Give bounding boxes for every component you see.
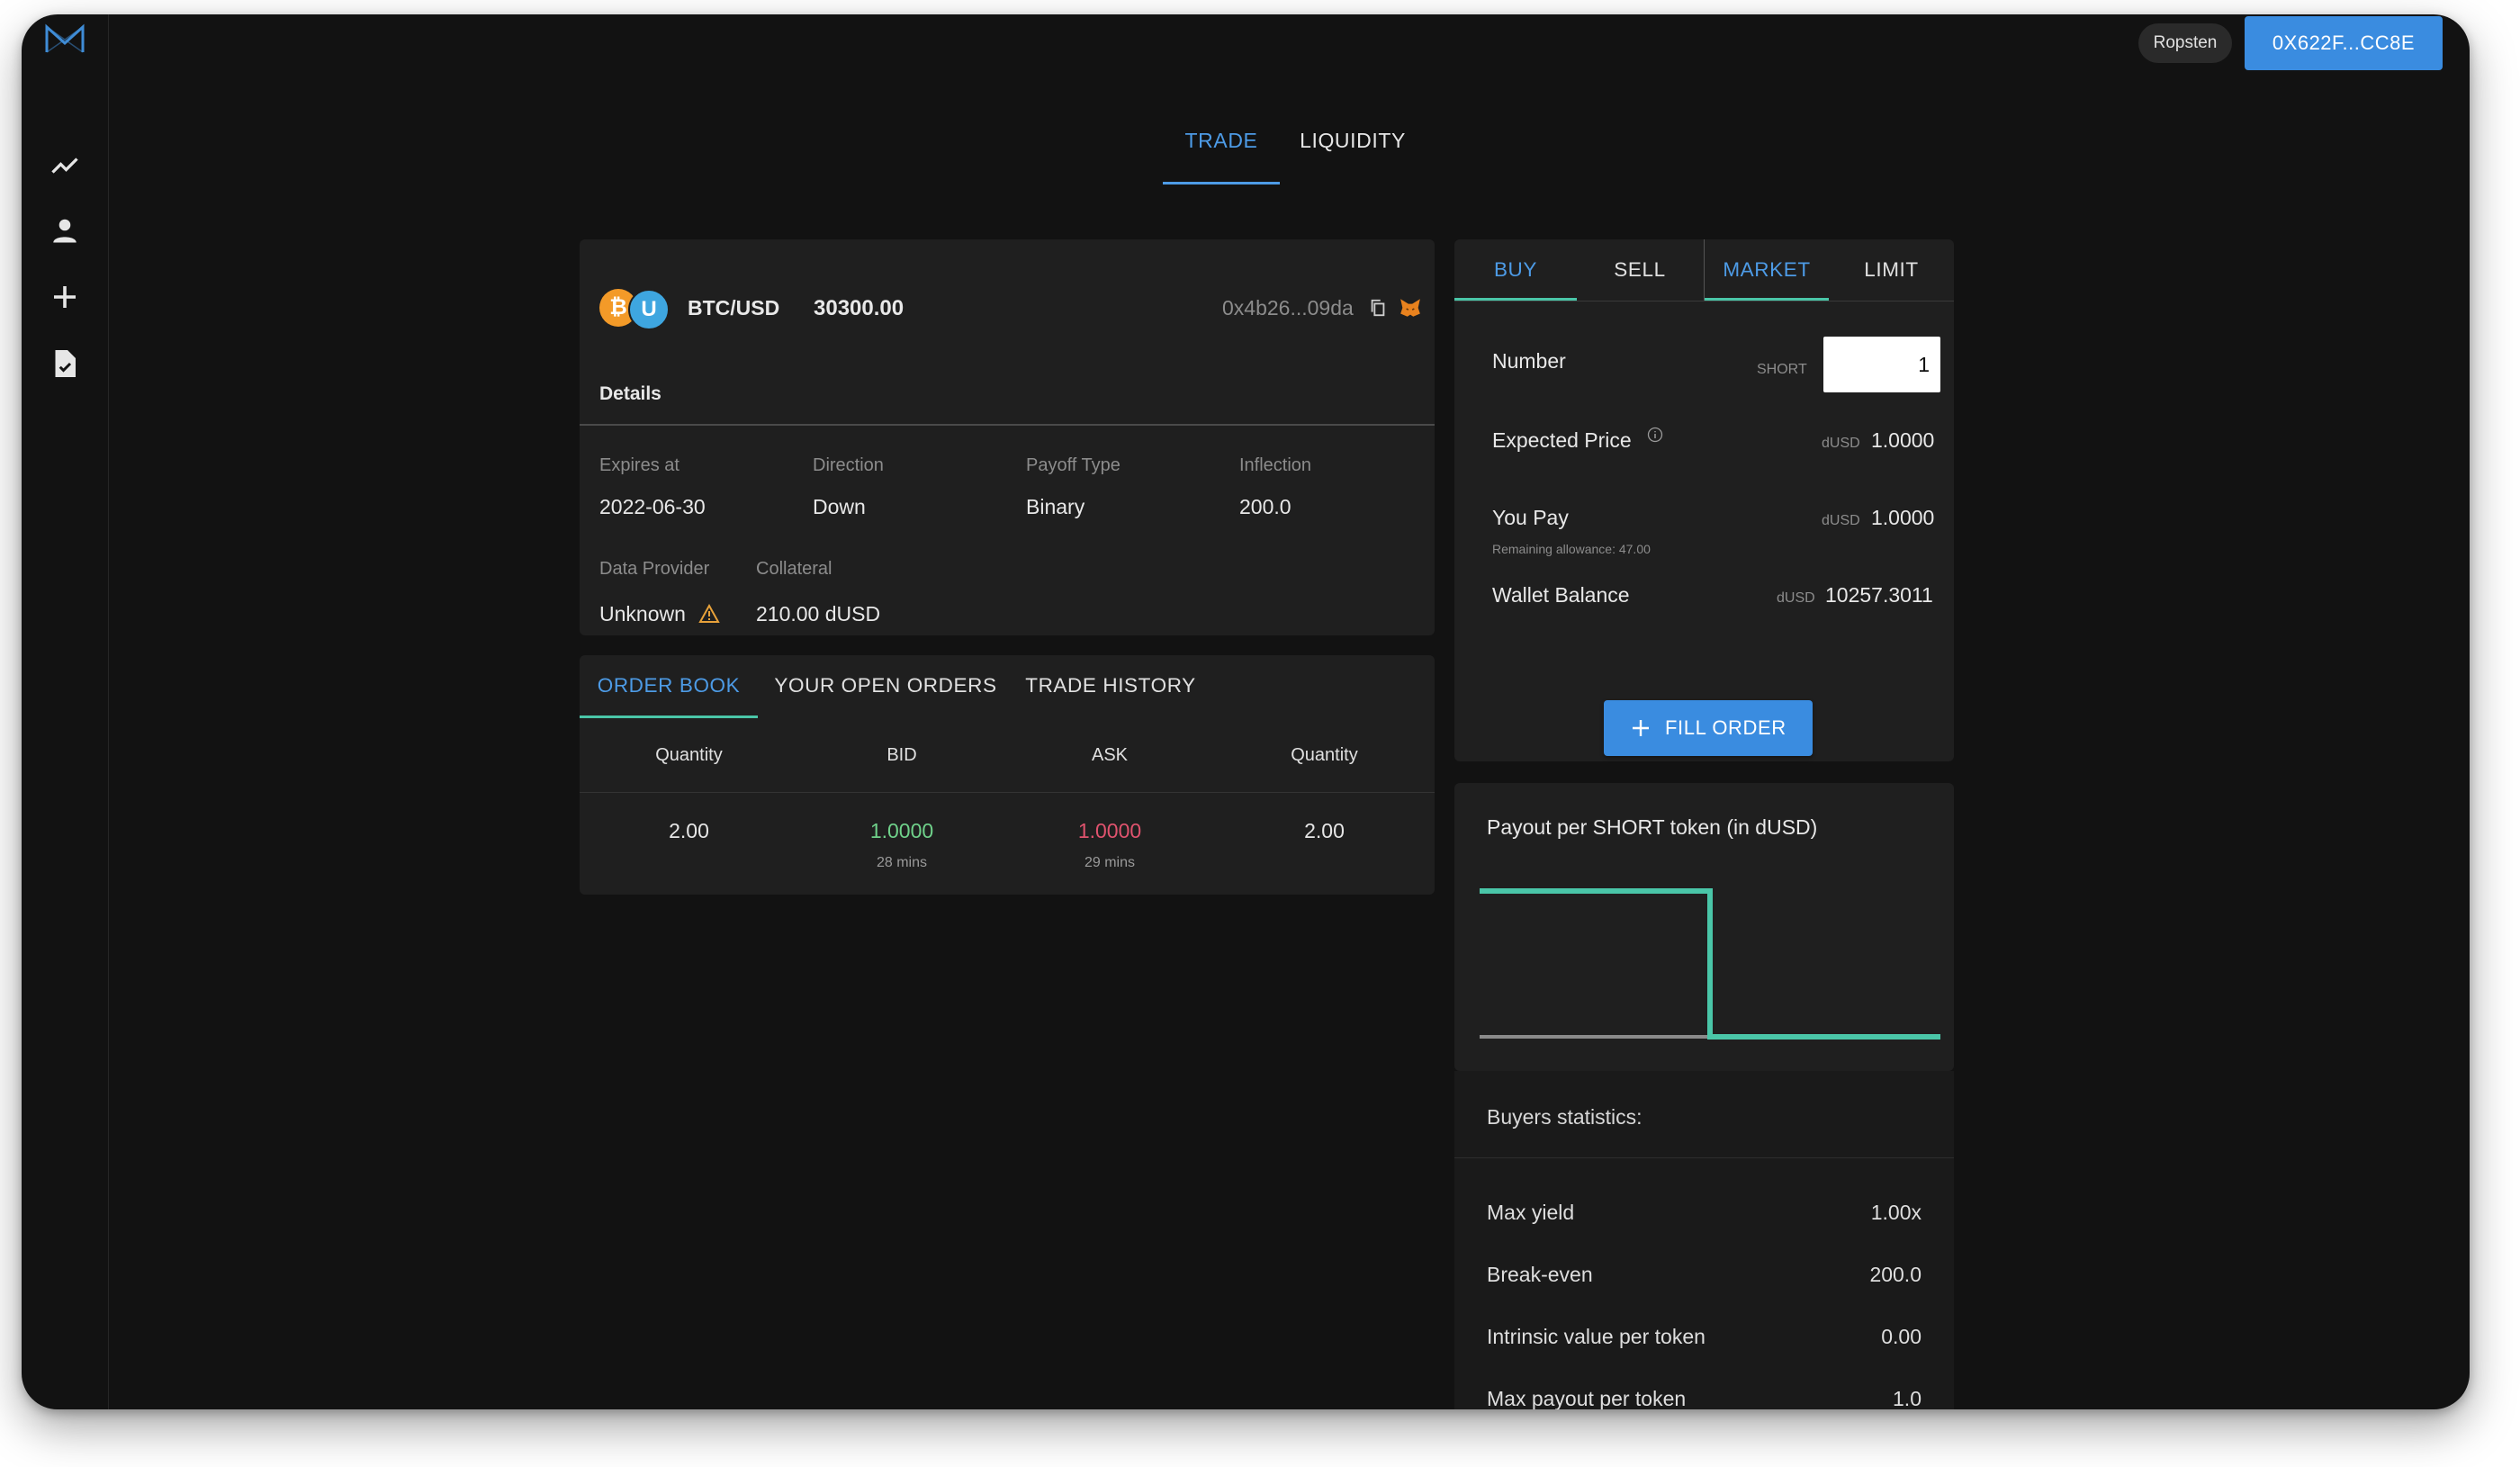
payout-series-line bbox=[1480, 888, 1940, 1040]
stat-row-break-even: Break-even 200.0 bbox=[1454, 1263, 1954, 1299]
tab-trade[interactable]: TRADE bbox=[1163, 113, 1280, 184]
inflection-value: 200.0 bbox=[1239, 495, 1292, 518]
data-provider-value: Unknown bbox=[599, 602, 686, 626]
wallet-address-button[interactable]: 0X622F...CC8E bbox=[2245, 16, 2443, 70]
header-quantity-bid: Quantity bbox=[655, 745, 723, 765]
stat-label: Max payout per token bbox=[1487, 1387, 1687, 1409]
details-divider bbox=[580, 424, 1435, 426]
header-quantity-ask: Quantity bbox=[1291, 745, 1358, 765]
bid-price: 1.0000 bbox=[869, 819, 934, 842]
underlying-price: 30300.00 bbox=[814, 296, 904, 320]
stat-value: 1.0 bbox=[1893, 1387, 1922, 1409]
ask-quantity: 2.00 bbox=[1304, 819, 1345, 842]
payout-chart bbox=[1480, 888, 1940, 1040]
plus-icon bbox=[1633, 720, 1649, 736]
you-pay-value: 1.0000 bbox=[1871, 506, 1935, 529]
trade-panel: BUY SELL MARKET LIMIT Number SHORT 1 Exp… bbox=[1454, 239, 1954, 761]
markets-chart-icon[interactable] bbox=[49, 149, 81, 182]
pool-address: 0x4b26...09da bbox=[1222, 296, 1354, 320]
tab-open-orders[interactable]: YOUR OPEN ORDERS bbox=[769, 655, 1003, 716]
details-title: Details bbox=[599, 383, 662, 404]
order-book-table: Quantity BID ASK Quantity 2.00 1.0000 28… bbox=[580, 718, 1435, 895]
payout-chart-panel: Payout per SHORT token (in dUSD) bbox=[1454, 783, 1954, 1071]
tab-limit[interactable]: LIMIT bbox=[1829, 239, 1954, 301]
inflection-label: Inflection bbox=[1239, 455, 1312, 475]
wallet-balance-value: 10257.3011 bbox=[1825, 583, 1933, 607]
add-icon[interactable] bbox=[49, 281, 81, 313]
document-check-icon[interactable] bbox=[49, 347, 81, 380]
order-book-header: Quantity BID ASK Quantity bbox=[580, 718, 1435, 792]
bid-time: 28 mins bbox=[876, 855, 928, 870]
ask-price: 1.0000 bbox=[1077, 819, 1142, 842]
stat-label: Max yield bbox=[1487, 1201, 1575, 1224]
asset-panel: ₿ U BTC/USD 30300.00 0x4b26...09da Detai… bbox=[580, 239, 1435, 635]
tab-market[interactable]: MARKET bbox=[1705, 239, 1829, 301]
diva-logo[interactable] bbox=[43, 22, 86, 58]
wallet-balance-unit: dUSD bbox=[1777, 590, 1815, 606]
direction-label: Direction bbox=[813, 455, 884, 475]
direction-value: Down bbox=[813, 495, 866, 518]
data-provider-label: Data Provider bbox=[599, 559, 710, 579]
remaining-allowance: Remaining allowance: 47.00 bbox=[1492, 542, 1651, 556]
header-bid: BID bbox=[886, 745, 917, 765]
you-pay-label: You Pay bbox=[1492, 506, 1569, 529]
stat-label: Break-even bbox=[1487, 1263, 1593, 1286]
number-label: Number bbox=[1492, 349, 1566, 373]
network-badge: Ropsten bbox=[2138, 23, 2232, 63]
payout-title: Payout per SHORT token (in dUSD) bbox=[1487, 815, 1818, 839]
fill-order-button[interactable]: FILL ORDER bbox=[1604, 700, 1813, 756]
pair-name: BTC/USD bbox=[688, 296, 780, 320]
order-tabs: ORDER BOOK YOUR OPEN ORDERS TRADE HISTOR… bbox=[580, 655, 1435, 718]
stat-value: 1.00x bbox=[1870, 1201, 1922, 1224]
app-window: Ropsten 0X622F...CC8E TRADE LIQUIDITY ₿ … bbox=[22, 14, 2470, 1409]
expected-price-unit: dUSD bbox=[1822, 436, 1860, 451]
wallet-balance-label: Wallet Balance bbox=[1492, 583, 1630, 607]
expires-value: 2022-06-30 bbox=[599, 495, 706, 518]
ask-time: 29 mins bbox=[1084, 855, 1136, 870]
sidebar bbox=[22, 14, 109, 1409]
bid-quantity: 2.00 bbox=[669, 819, 709, 842]
stat-row-intrinsic-value: Intrinsic value per token 0.00 bbox=[1454, 1325, 1954, 1361]
fill-order-label: FILL ORDER bbox=[1665, 716, 1786, 739]
trade-tabs-divider bbox=[1454, 301, 1954, 302]
you-pay-unit: dUSD bbox=[1822, 513, 1860, 528]
number-input[interactable]: 1 bbox=[1823, 337, 1940, 392]
payoff-type-value: Binary bbox=[1026, 495, 1085, 518]
usd-coin-icon: U bbox=[628, 289, 670, 330]
stat-value: 0.00 bbox=[1881, 1325, 1922, 1348]
stat-label: Intrinsic value per token bbox=[1487, 1325, 1706, 1348]
user-icon[interactable] bbox=[49, 214, 81, 247]
tab-order-book[interactable]: ORDER BOOK bbox=[580, 655, 758, 716]
warning-icon bbox=[698, 604, 720, 623]
expected-price-value: 1.0000 bbox=[1871, 428, 1935, 452]
expected-price-label: Expected Price bbox=[1492, 428, 1632, 452]
expires-label: Expires at bbox=[599, 455, 680, 475]
payoff-type-label: Payoff Type bbox=[1026, 455, 1120, 475]
stat-row-max-payout: Max payout per token 1.0 bbox=[1454, 1387, 1954, 1409]
stat-row-max-yield: Max yield 1.00x bbox=[1454, 1201, 1954, 1237]
tab-sell[interactable]: SELL bbox=[1577, 239, 1703, 301]
buyers-statistics: Buyers statistics: Max yield 1.00x Break… bbox=[1454, 1071, 1954, 1409]
collateral-label: Collateral bbox=[756, 559, 832, 579]
stat-value: 200.0 bbox=[1869, 1263, 1922, 1286]
number-unit: SHORT bbox=[1757, 362, 1807, 377]
copy-icon[interactable] bbox=[1368, 297, 1388, 319]
collateral-value: 210.00 dUSD bbox=[756, 602, 881, 626]
stats-divider bbox=[1454, 1157, 1954, 1158]
header-ask: ASK bbox=[1091, 745, 1129, 765]
metamask-fox-icon[interactable] bbox=[1399, 296, 1422, 320]
tab-trade-history[interactable]: TRADE HISTORY bbox=[1012, 655, 1210, 716]
tab-buy[interactable]: BUY bbox=[1454, 239, 1577, 301]
table-row[interactable]: 2.00 1.0000 28 mins 1.0000 29 mins 2.00 bbox=[580, 792, 1435, 895]
tab-liquidity[interactable]: LIQUIDITY bbox=[1285, 113, 1420, 182]
stats-title: Buyers statistics: bbox=[1487, 1105, 1642, 1129]
info-icon[interactable] bbox=[1647, 427, 1663, 443]
